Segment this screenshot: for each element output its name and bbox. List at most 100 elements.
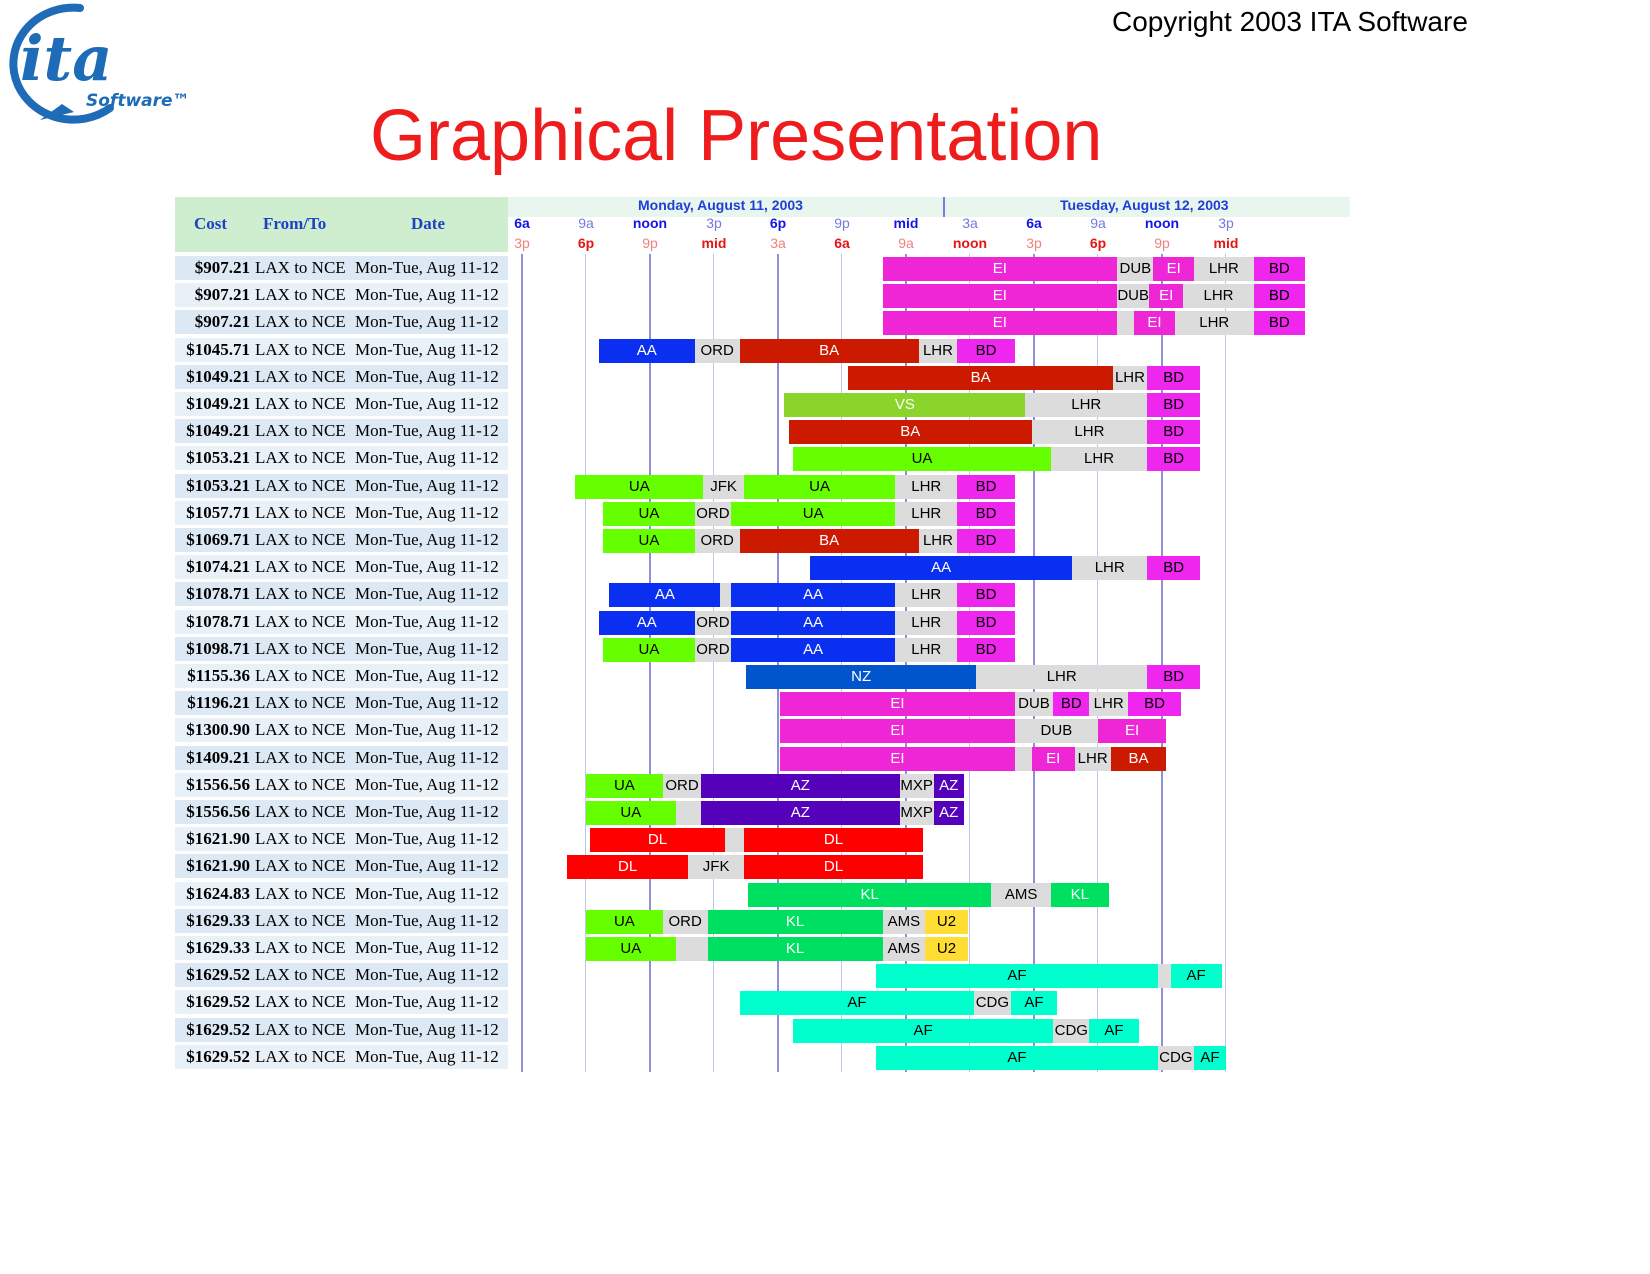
itinerary-row[interactable]: $907.21 LAX to NCE Mon-Tue, Aug 11-12 bbox=[175, 310, 508, 335]
flight-segment[interactable]: AA bbox=[731, 583, 896, 608]
flight-segment[interactable]: BD bbox=[1147, 393, 1201, 417]
flight-segment[interactable]: BD bbox=[1147, 447, 1201, 472]
itinerary-row[interactable]: $1045.71 LAX to NCE Mon-Tue, Aug 11-12 bbox=[175, 337, 508, 362]
flight-segment[interactable]: BD bbox=[957, 529, 1015, 553]
flight-segment[interactable]: EI bbox=[882, 311, 1118, 336]
flight-segment[interactable]: BD bbox=[1147, 420, 1201, 445]
flight-segment[interactable]: BD bbox=[1147, 365, 1201, 390]
flight-segment[interactable]: BD bbox=[1147, 665, 1201, 689]
flight-segment[interactable]: KL bbox=[707, 937, 883, 961]
itinerary-row[interactable]: $907.21 LAX to NCE Mon-Tue, Aug 11-12 bbox=[175, 256, 508, 280]
itinerary-row[interactable]: $1049.21 LAX to NCE Mon-Tue, Aug 11-12 bbox=[175, 392, 508, 416]
flight-segment[interactable]: AA bbox=[731, 637, 896, 662]
flight-segment[interactable]: BA bbox=[739, 338, 919, 363]
itinerary-row[interactable]: $1629.52 LAX to NCE Mon-Tue, Aug 11-12 bbox=[175, 1017, 508, 1042]
itinerary-row[interactable]: $1621.90 LAX to NCE Mon-Tue, Aug 11-12 bbox=[175, 854, 508, 879]
flight-segment[interactable]: BA bbox=[1110, 746, 1167, 771]
itinerary-row[interactable]: $1155.36 LAX to NCE Mon-Tue, Aug 11-12 bbox=[175, 664, 508, 688]
flight-segment[interactable]: BD bbox=[957, 583, 1015, 608]
flight-segment[interactable]: UA bbox=[603, 637, 695, 662]
itinerary-row[interactable]: $1629.33 LAX to NCE Mon-Tue, Aug 11-12 bbox=[175, 908, 508, 933]
flight-segment[interactable]: UA bbox=[575, 474, 704, 499]
flight-segment[interactable]: EI bbox=[1031, 746, 1075, 771]
flight-segment[interactable]: BD bbox=[1053, 692, 1090, 717]
flight-segment[interactable]: EI bbox=[1097, 719, 1167, 744]
flight-segment[interactable]: VS bbox=[784, 393, 1026, 417]
flight-segment[interactable]: UA bbox=[731, 501, 896, 526]
itinerary-row[interactable]: $1053.21 LAX to NCE Mon-Tue, Aug 11-12 bbox=[175, 473, 508, 498]
itinerary-row[interactable]: $1053.21 LAX to NCE Mon-Tue, Aug 11-12 bbox=[175, 446, 508, 471]
flight-segment[interactable]: BD bbox=[1127, 692, 1182, 717]
flight-segment[interactable]: UA bbox=[792, 447, 1052, 472]
flight-segment[interactable]: AF bbox=[876, 1045, 1158, 1070]
itinerary-row[interactable]: $1556.56 LAX to NCE Mon-Tue, Aug 11-12 bbox=[175, 800, 508, 824]
flight-segment[interactable]: BD bbox=[957, 501, 1015, 526]
flight-segment[interactable]: AF bbox=[1089, 1018, 1139, 1043]
flight-segment[interactable]: EI bbox=[1153, 257, 1194, 281]
itinerary-row[interactable]: $1624.83 LAX to NCE Mon-Tue, Aug 11-12 bbox=[175, 881, 508, 906]
flight-segment[interactable]: EI bbox=[882, 257, 1118, 281]
itinerary-row[interactable]: $1098.71 LAX to NCE Mon-Tue, Aug 11-12 bbox=[175, 636, 508, 661]
itinerary-row[interactable]: $1621.90 LAX to NCE Mon-Tue, Aug 11-12 bbox=[175, 827, 508, 852]
itinerary-row[interactable]: $907.21 LAX to NCE Mon-Tue, Aug 11-12 bbox=[175, 283, 508, 308]
itinerary-row[interactable]: $1049.21 LAX to NCE Mon-Tue, Aug 11-12 bbox=[175, 364, 508, 389]
flight-segment[interactable]: UA bbox=[585, 909, 663, 934]
itinerary-row[interactable]: $1629.52 LAX to NCE Mon-Tue, Aug 11-12 bbox=[175, 963, 508, 988]
flight-segment[interactable]: AA bbox=[809, 556, 1073, 581]
itinerary-row[interactable]: $1629.33 LAX to NCE Mon-Tue, Aug 11-12 bbox=[175, 936, 508, 960]
itinerary-row[interactable]: $1629.52 LAX to NCE Mon-Tue, Aug 11-12 bbox=[175, 990, 508, 1015]
itinerary-row[interactable]: $1069.71 LAX to NCE Mon-Tue, Aug 11-12 bbox=[175, 528, 508, 552]
flight-segment[interactable]: BD bbox=[1147, 556, 1201, 581]
flight-segment[interactable]: DL bbox=[743, 855, 924, 880]
flight-segment[interactable]: EI bbox=[882, 284, 1118, 309]
itinerary-row[interactable]: $1078.71 LAX to NCE Mon-Tue, Aug 11-12 bbox=[175, 582, 508, 607]
flight-segment[interactable]: BA bbox=[848, 365, 1113, 390]
flight-segment[interactable]: AZ bbox=[701, 773, 900, 798]
flight-segment[interactable]: AZ bbox=[933, 801, 964, 825]
flight-segment[interactable]: BA bbox=[788, 420, 1032, 445]
flight-segment[interactable]: EI bbox=[1149, 284, 1184, 309]
flight-segment[interactable]: BA bbox=[739, 529, 919, 553]
flight-segment[interactable]: UA bbox=[743, 474, 896, 499]
flight-segment[interactable]: NZ bbox=[745, 665, 977, 689]
flight-segment[interactable]: BD bbox=[957, 637, 1015, 662]
itinerary-row[interactable]: $1049.21 LAX to NCE Mon-Tue, Aug 11-12 bbox=[175, 419, 508, 444]
flight-segment[interactable]: EI bbox=[780, 719, 1015, 744]
flight-segment[interactable]: KL bbox=[748, 882, 992, 907]
itinerary-row[interactable]: $1300.90 LAX to NCE Mon-Tue, Aug 11-12 bbox=[175, 718, 508, 743]
itinerary-row[interactable]: $1556.56 LAX to NCE Mon-Tue, Aug 11-12 bbox=[175, 772, 508, 797]
flight-segment[interactable]: AF bbox=[1193, 1045, 1226, 1070]
flight-segment[interactable]: DL bbox=[566, 855, 689, 880]
itinerary-row[interactable]: $1409.21 LAX to NCE Mon-Tue, Aug 11-12 bbox=[175, 745, 508, 770]
flight-segment[interactable]: BD bbox=[1253, 284, 1305, 309]
flight-segment[interactable]: AA bbox=[598, 338, 695, 363]
flight-segment[interactable]: BD bbox=[957, 474, 1015, 499]
flight-segment[interactable]: BD bbox=[1253, 311, 1305, 336]
flight-segment[interactable]: AA bbox=[731, 610, 896, 635]
itinerary-row[interactable]: $1629.52 LAX to NCE Mon-Tue, Aug 11-12 bbox=[175, 1044, 508, 1069]
flight-segment[interactable]: AF bbox=[739, 991, 975, 1016]
flight-segment[interactable]: UA bbox=[603, 501, 695, 526]
itinerary-row[interactable]: $1196.21 LAX to NCE Mon-Tue, Aug 11-12 bbox=[175, 691, 508, 716]
flight-segment[interactable]: AF bbox=[792, 1018, 1054, 1043]
flight-segment[interactable]: AF bbox=[1170, 964, 1222, 989]
flight-segment[interactable]: UA bbox=[585, 801, 676, 825]
flight-segment[interactable]: KL bbox=[707, 909, 883, 934]
flight-segment[interactable]: EI bbox=[780, 746, 1015, 771]
flight-segment[interactable]: AA bbox=[609, 583, 721, 608]
itinerary-row[interactable]: $1057.71 LAX to NCE Mon-Tue, Aug 11-12 bbox=[175, 500, 508, 525]
flight-segment[interactable]: DL bbox=[590, 828, 725, 853]
flight-segment[interactable]: EI bbox=[1134, 311, 1175, 336]
flight-segment[interactable]: DL bbox=[743, 828, 924, 853]
itinerary-row[interactable]: $1078.71 LAX to NCE Mon-Tue, Aug 11-12 bbox=[175, 609, 508, 634]
flight-segment[interactable]: AZ bbox=[933, 773, 964, 798]
flight-segment[interactable]: UA bbox=[585, 773, 663, 798]
flight-segment[interactable]: AF bbox=[1010, 991, 1058, 1016]
flight-segment[interactable]: U2 bbox=[925, 937, 968, 961]
flight-segment[interactable]: UA bbox=[603, 529, 695, 553]
itinerary-row[interactable]: $1074.21 LAX to NCE Mon-Tue, Aug 11-12 bbox=[175, 555, 508, 580]
flight-segment[interactable]: BD bbox=[957, 610, 1015, 635]
flight-segment[interactable]: AA bbox=[598, 610, 695, 635]
flight-segment[interactable]: UA bbox=[585, 937, 676, 961]
flight-segment[interactable]: KL bbox=[1051, 882, 1109, 907]
